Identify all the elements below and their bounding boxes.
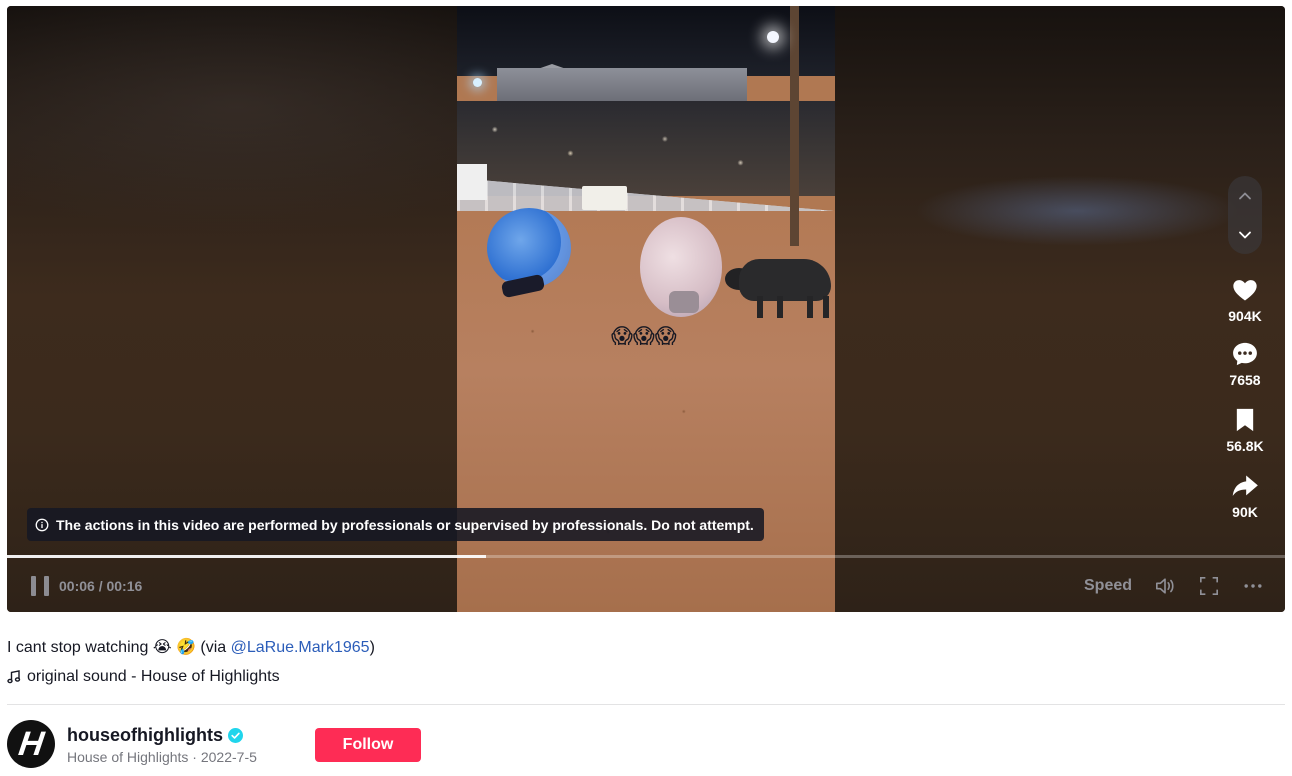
author-username[interactable]: houseofhighlights [67,725,243,746]
more-options-icon[interactable] [1242,576,1264,596]
username-text[interactable]: houseofhighlights [67,725,223,746]
comment-icon[interactable] [1231,340,1259,368]
info-icon [35,518,49,531]
safety-notice: The actions in this video are performed … [27,508,764,541]
progress-bar-fill [7,555,487,558]
bull [739,259,831,301]
author-subline: House of Highlights · 2022-7-5 [67,749,257,765]
bookmark-icon[interactable] [1231,406,1259,434]
like-count: 904K [1228,308,1262,324]
speed-button[interactable]: Speed [1084,577,1132,595]
avatar-logo: H [16,724,47,763]
sound-link[interactable]: original sound - House of Highlights [7,668,280,686]
share-count: 90K [1232,504,1258,520]
verified-badge-icon [227,728,243,743]
progress-bar[interactable] [7,555,1285,558]
divider [7,704,1285,705]
post-date: 2022-7-5 [200,749,257,765]
share-arrow-icon[interactable] [1231,472,1259,500]
description-text: I cant stop watching 😭 🤣 (via [7,639,231,656]
follow-button[interactable]: Follow [315,728,421,762]
video-emoji-overlay: 😱😱😱 [611,324,677,348]
description-text-end: ) [369,639,375,656]
video-player[interactable]: 😱😱😱 The actions in this video are perfor… [7,6,1285,612]
share-action[interactable]: 90K [1213,472,1277,520]
like-action[interactable]: 904K [1213,276,1277,324]
sound-label: original sound - House of Highlights [27,668,280,685]
avatar[interactable]: H [7,720,55,768]
author-display-name: House of Highlights [67,749,189,765]
comment-count: 7658 [1229,372,1261,388]
mention-link[interactable]: @LaRue.Mark1965 [231,639,370,656]
fullscreen-icon[interactable] [1198,576,1220,596]
chevron-down-icon[interactable] [1237,227,1253,243]
chevron-up-icon[interactable] [1237,188,1253,204]
save-count: 56.8K [1226,438,1264,454]
safety-notice-text: The actions in this video are performed … [56,516,754,533]
music-note-icon [7,670,21,684]
volume-icon[interactable] [1154,576,1176,596]
pause-icon[interactable] [31,576,49,596]
video-nav-pill [1228,176,1262,254]
video-description: I cant stop watching 😭 🤣 (via @LaRue.Mar… [7,637,375,657]
save-action[interactable]: 56.8K [1213,406,1277,454]
time-readout: 00:06 / 00:16 [59,578,143,594]
comment-action[interactable]: 7658 [1213,340,1277,388]
subline-separator: · [188,749,201,765]
heart-icon[interactable] [1231,276,1259,304]
